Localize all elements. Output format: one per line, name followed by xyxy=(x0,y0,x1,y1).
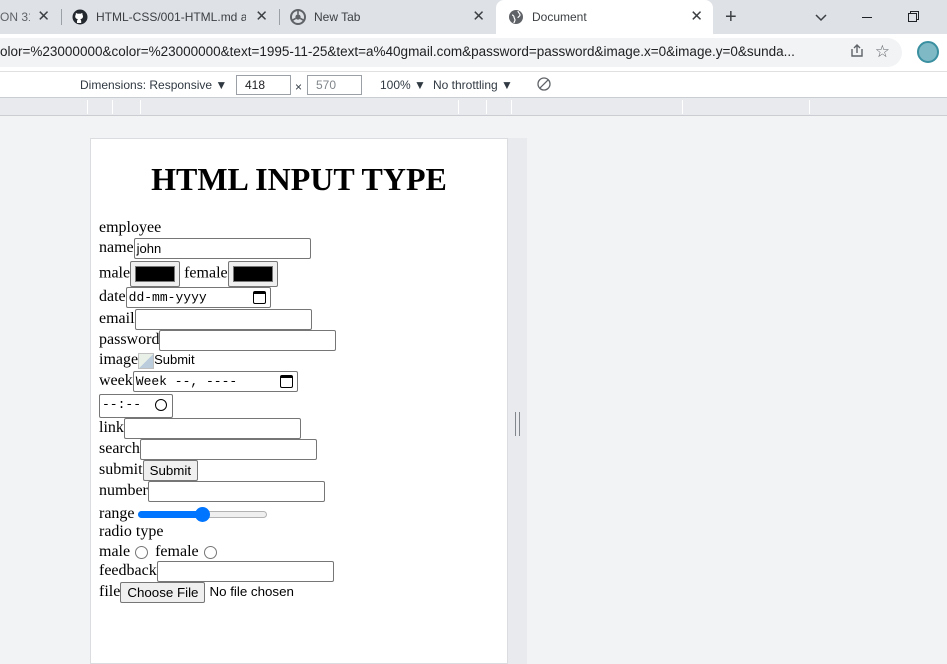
image-alt-text: Submit xyxy=(154,352,195,368)
number-label: number xyxy=(99,482,148,500)
feedback-textarea[interactable] xyxy=(156,561,334,582)
link-input[interactable] xyxy=(123,418,301,439)
password-label: password xyxy=(99,331,160,349)
omnibox[interactable]: olor=%23000000&color=%23000000&text=1995… xyxy=(0,38,902,67)
radio-female[interactable] xyxy=(203,545,217,559)
throttling-dropdown[interactable]: No throttling ▼ xyxy=(433,78,513,92)
profile-avatar[interactable] xyxy=(917,41,939,63)
page-viewport: HTML INPUT TYPE employee name john male f… xyxy=(90,138,508,664)
radio-type-label: radio type xyxy=(99,523,164,540)
range-label: range xyxy=(99,505,135,522)
range-thumb[interactable] xyxy=(194,507,210,523)
email-label: email xyxy=(99,310,135,328)
email-input[interactable] xyxy=(134,309,312,330)
link-label: link xyxy=(99,419,124,437)
dimensions-dropdown[interactable]: Dimensions: Responsive ▼ xyxy=(80,78,227,92)
close-icon[interactable]: ✕ xyxy=(255,9,268,25)
share-icon[interactable] xyxy=(850,44,864,61)
tab-1[interactable]: ON 31 ✕ xyxy=(0,0,60,34)
tab-title: HTML-CSS/001-HTML.md at xyxy=(96,10,246,24)
clock-icon[interactable] xyxy=(155,399,167,411)
page-title: HTML INPUT TYPE xyxy=(151,161,447,197)
new-tab-button[interactable]: + xyxy=(725,0,745,34)
date-input[interactable]: dd-mm-yyyy xyxy=(125,287,271,308)
week-placeholder: Week --, ---- xyxy=(135,374,238,389)
male-color-picker[interactable] xyxy=(130,261,181,287)
radio-male[interactable] xyxy=(135,545,149,559)
image-submit-button[interactable]: Submit xyxy=(138,351,195,369)
female-color-picker[interactable] xyxy=(227,261,278,287)
tab-title: Document xyxy=(532,10,587,24)
width-input[interactable]: 418 xyxy=(236,75,291,95)
dimension-separator: × xyxy=(295,80,303,94)
radio-female-label: female xyxy=(155,543,199,560)
tab-search-button[interactable] xyxy=(798,0,844,34)
male-color-label: male xyxy=(99,264,131,282)
url-text[interactable]: olor=%23000000&color=%23000000&text=1995… xyxy=(0,44,795,59)
image-label: image xyxy=(99,351,139,368)
female-color-label: female xyxy=(184,264,228,282)
broken-image-icon xyxy=(138,352,155,369)
number-input[interactable] xyxy=(147,481,325,502)
media-query-ruler xyxy=(0,98,947,116)
tab-2[interactable]: HTML-CSS/001-HTML.md at ✕ xyxy=(62,0,278,34)
range-slider[interactable] xyxy=(137,507,267,523)
chrome-icon xyxy=(290,9,306,25)
employee-label: employee xyxy=(99,219,162,236)
date-label: date xyxy=(99,288,126,306)
search-input[interactable] xyxy=(139,439,317,460)
submit-label: submit xyxy=(99,461,143,479)
rotate-icon[interactable] xyxy=(536,76,552,95)
feedback-label: feedback xyxy=(99,562,157,580)
tab-strip: ON 31 ✕ HTML-CSS/001-HTML.md at ✕ New Ta… xyxy=(0,0,947,34)
bookmark-star-icon[interactable]: ☆ xyxy=(875,42,890,62)
tab-3[interactable]: New Tab ✕ xyxy=(280,0,495,34)
time-input[interactable]: --:-- xyxy=(99,394,173,418)
restore-button[interactable] xyxy=(890,0,936,34)
choose-file-button[interactable]: Choose File xyxy=(120,582,206,603)
radio-male-label: male xyxy=(99,543,131,560)
calendar-icon[interactable] xyxy=(279,375,293,388)
week-input[interactable]: Week --, ---- xyxy=(132,371,298,392)
tab-title: ON 31 xyxy=(0,10,30,24)
github-icon xyxy=(72,9,88,25)
tab-4-active[interactable]: Document ✕ xyxy=(496,0,713,34)
grip-icon xyxy=(515,412,520,436)
height-input[interactable]: 570 xyxy=(307,75,362,95)
week-label: week xyxy=(99,372,133,390)
calendar-icon[interactable] xyxy=(252,291,266,304)
zoom-dropdown[interactable]: 100% ▼ xyxy=(380,78,426,92)
file-status: No file chosen xyxy=(209,584,294,600)
close-icon[interactable]: ✕ xyxy=(690,9,703,25)
viewport-resize-handle[interactable] xyxy=(508,138,527,664)
search-label: search xyxy=(99,440,140,458)
submit-button[interactable]: Submit xyxy=(142,460,199,481)
address-bar: olor=%23000000&color=%23000000&text=1995… xyxy=(0,34,947,71)
file-label: file xyxy=(99,583,121,601)
globe-icon xyxy=(508,9,524,25)
close-icon[interactable]: ✕ xyxy=(472,9,485,25)
plus-icon: + xyxy=(725,5,737,28)
close-icon[interactable]: ✕ xyxy=(37,9,50,25)
chevron-down-icon xyxy=(815,9,827,25)
restore-icon xyxy=(907,9,919,25)
minimize-icon xyxy=(862,16,872,18)
password-input[interactable] xyxy=(159,330,337,351)
name-input[interactable]: john xyxy=(133,238,311,259)
tab-title: New Tab xyxy=(314,10,361,24)
minimize-button[interactable] xyxy=(844,0,890,34)
date-placeholder: dd-mm-yyyy xyxy=(128,290,207,305)
device-toolbar: Dimensions: Responsive ▼ 418 × 570 100% … xyxy=(0,71,947,98)
name-label: name xyxy=(99,239,134,257)
time-placeholder: --:-- xyxy=(102,397,142,412)
